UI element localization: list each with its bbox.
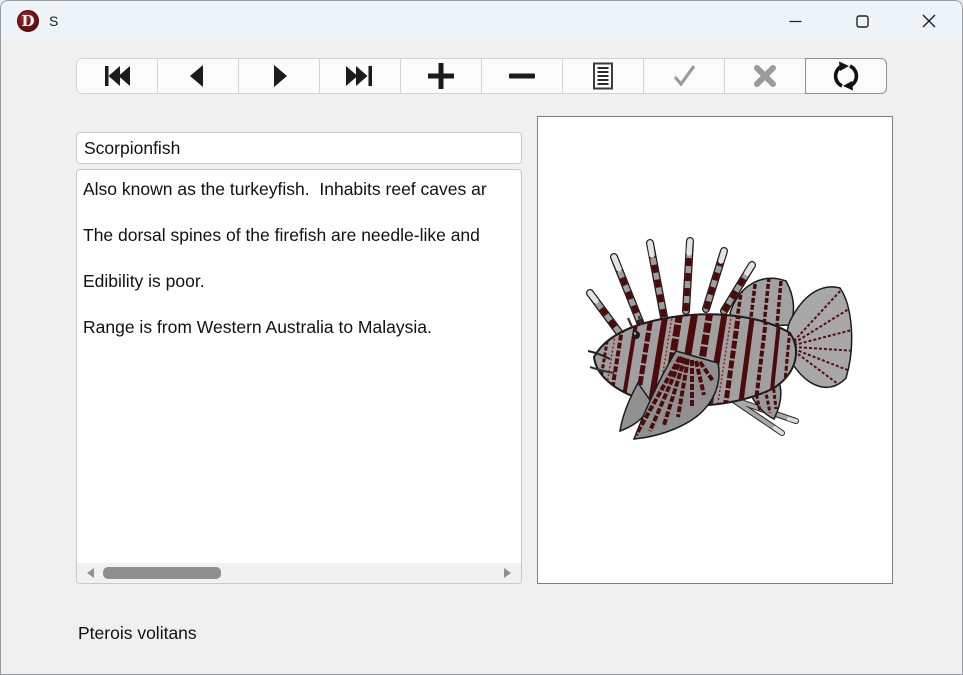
refresh-icon [828,61,864,91]
insert-record-button[interactable] [400,58,482,94]
first-record-button[interactable] [76,58,158,94]
minimize-button[interactable] [772,1,818,41]
notes-line: Also known as the turkeyfish. Inhabits r… [83,178,521,201]
edit-record-button[interactable] [562,58,644,94]
post-edit-button[interactable] [643,58,725,94]
notes-line [83,247,521,270]
plus-icon [423,62,459,90]
prior-record-icon [180,64,216,88]
scroll-left-icon[interactable] [85,567,97,579]
titlebar: D S [1,1,962,41]
scroll-right-icon[interactable] [501,567,513,579]
first-record-icon [99,64,135,88]
refresh-data-button[interactable] [805,58,887,94]
notes-line [83,201,521,224]
notes-line [83,293,521,316]
notes-text: Also known as the turkeyfish. Inhabits r… [77,170,521,339]
document-icon [585,62,621,90]
check-icon [666,63,702,89]
lionfish-image [578,233,858,453]
notes-line: The dorsal spines of the firefish are ne… [83,224,521,247]
next-record-button[interactable] [238,58,320,94]
scrollbar-thumb[interactable] [103,567,221,579]
last-record-button[interactable] [319,58,401,94]
app-window: D S [0,0,963,675]
cancel-edit-button[interactable] [724,58,806,94]
common-name-field[interactable] [76,132,522,164]
app-icon-letter: D [21,14,34,29]
species-label: Pterois volitans [78,623,197,644]
notes-line: Edibility is poor. [83,270,521,293]
last-record-icon [342,64,378,88]
delphi-app-icon: D [17,10,39,32]
maximize-button[interactable] [839,1,885,41]
window-title: S [49,13,58,29]
next-record-icon [261,64,297,88]
maximize-icon [856,15,869,28]
cross-icon [747,63,783,89]
notes-line: Range is from Western Australia to Malay… [83,316,521,339]
minimize-icon [789,15,802,28]
fish-image-panel [537,116,893,584]
db-navigator [76,58,887,94]
prior-record-button[interactable] [157,58,239,94]
close-icon [922,14,936,28]
horizontal-scrollbar[interactable] [77,563,521,583]
notes-memo[interactable]: Also known as the turkeyfish. Inhabits r… [76,169,522,584]
window-controls [751,1,962,41]
close-button[interactable] [906,1,952,41]
delete-record-button[interactable] [481,58,563,94]
minus-icon [504,62,540,90]
